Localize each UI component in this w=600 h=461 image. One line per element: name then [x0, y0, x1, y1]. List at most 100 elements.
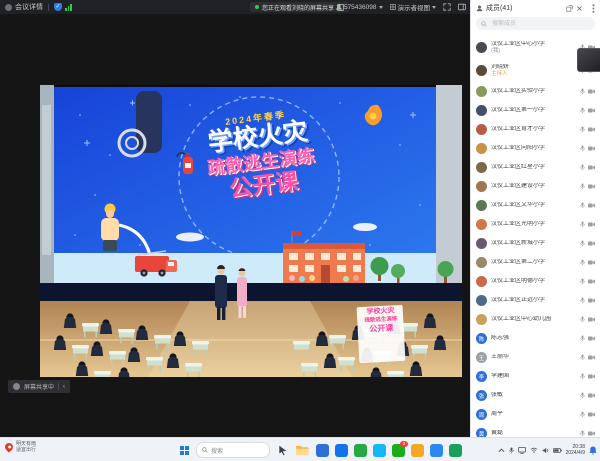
mic-muted-icon[interactable] — [580, 183, 585, 190]
mic-muted-icon[interactable] — [580, 88, 585, 95]
mic-muted-icon[interactable] — [580, 164, 585, 171]
mic-muted-icon[interactable] — [580, 335, 585, 342]
person-icon — [336, 4, 342, 10]
close-panel-icon[interactable] — [576, 5, 583, 12]
collapse-pill-button[interactable]: ‹ — [63, 384, 65, 390]
mic-muted-icon[interactable] — [580, 373, 585, 380]
member-row[interactable]: 汉仪工业区红星小学 — [471, 158, 600, 177]
camera-off-icon[interactable] — [588, 89, 595, 94]
more-options-icon[interactable] — [592, 4, 595, 13]
tray-volume-icon[interactable] — [542, 447, 549, 454]
mic-muted-icon[interactable] — [580, 392, 585, 399]
member-row[interactable]: 汉仪工业区光明小学 — [471, 215, 600, 234]
member-search-box[interactable] — [476, 17, 595, 30]
member-row[interactable]: 汉仪工业区文华小学 — [471, 196, 600, 215]
camera-off-icon[interactable] — [588, 146, 595, 151]
screen-share-banner[interactable]: 您正在观看刘晓的屏幕共享 — [250, 2, 349, 12]
mic-muted-icon[interactable] — [580, 126, 585, 133]
mic-muted-icon[interactable] — [580, 316, 585, 323]
member-list[interactable]: 汉仪工业区中心小学(我) 刘晓妍主持人 — [471, 36, 600, 437]
member-row[interactable]: 汉仪工业区向阳小学 — [471, 139, 600, 158]
desktop: 会议详情 ✓ 您正在观看刘晓的屏幕共享 575436098 演示者视图 — [0, 0, 600, 461]
camera-off-icon[interactable] — [588, 127, 595, 132]
fullscreen-icon[interactable] — [443, 3, 451, 11]
tray-display-icon[interactable] — [518, 447, 526, 454]
member-search-input[interactable] — [490, 20, 574, 28]
docs-app-icon[interactable] — [411, 444, 424, 457]
tray-mic-icon[interactable] — [509, 447, 514, 454]
floating-video-thumbnail[interactable] — [577, 48, 600, 72]
member-row[interactable]: 汉仪工业区第一小学 — [471, 101, 600, 120]
member-row[interactable]: 张 张敏 — [471, 386, 600, 405]
meeting-id-dropdown[interactable]: 575436098 — [336, 4, 383, 11]
mic-muted-icon[interactable] — [580, 278, 585, 285]
taskbar-clock[interactable]: 20:38 2024/4/9 — [566, 444, 585, 457]
camera-off-icon[interactable] — [588, 184, 595, 189]
mic-muted-icon[interactable] — [580, 297, 585, 304]
camera-off-icon[interactable] — [588, 241, 595, 246]
mic-muted-icon[interactable] — [580, 221, 585, 228]
camera-off-icon[interactable] — [588, 393, 595, 398]
camera-off-icon[interactable] — [588, 298, 595, 303]
mic-muted-icon[interactable] — [580, 411, 585, 418]
camera-off-icon[interactable] — [588, 165, 595, 170]
meeting-info-button[interactable]: 会议详情 — [15, 2, 43, 12]
mic-muted-icon[interactable] — [580, 202, 585, 209]
network-signal-icon[interactable] — [65, 4, 72, 11]
mic-muted-icon[interactable] — [580, 240, 585, 247]
member-row[interactable]: 汉仪工业区新城小学 — [471, 234, 600, 253]
taskbar-search[interactable]: 搜索 — [196, 442, 270, 458]
tray-wifi-icon[interactable] — [530, 447, 538, 453]
mic-muted-icon[interactable] — [580, 354, 585, 361]
camera-off-icon[interactable] — [588, 431, 595, 436]
member-row[interactable]: 汉仪工业区实验小学 — [471, 82, 600, 101]
security-app-icon[interactable] — [449, 444, 462, 457]
camera-off-icon[interactable] — [588, 374, 595, 379]
sidebar-toggle-icon[interactable] — [458, 3, 466, 11]
file-explorer-icon[interactable] — [296, 445, 309, 456]
qq-app-icon[interactable] — [373, 444, 386, 457]
member-row[interactable]: 汉仪工业区中心幼儿园 — [471, 310, 600, 329]
security-shield-icon[interactable]: ✓ — [54, 3, 62, 11]
popout-panel-icon[interactable] — [566, 5, 573, 12]
member-name: 汉仪工业区新城小学 — [491, 240, 576, 247]
member-row[interactable]: 汉仪工业区育才小学 — [471, 120, 600, 139]
member-row[interactable]: 李 李建国 — [471, 367, 600, 386]
windows-start-button[interactable] — [180, 446, 189, 455]
member-row[interactable]: 汉仪工业区正远小学 — [471, 291, 600, 310]
wechat-app-icon[interactable]: 2 — [392, 444, 405, 457]
chevron-down-icon — [379, 6, 383, 9]
member-row[interactable]: 陈 陈志强 — [471, 329, 600, 348]
clock-app-icon[interactable] — [335, 444, 348, 457]
camera-off-icon[interactable] — [588, 108, 595, 113]
member-row[interactable]: 黄 黄磊 — [471, 424, 600, 437]
camera-off-icon[interactable] — [588, 336, 595, 341]
mic-muted-icon[interactable] — [580, 145, 585, 152]
mic-muted-icon[interactable] — [580, 430, 585, 437]
tray-battery-icon[interactable] — [553, 448, 562, 453]
share-banner-text: 您正在观看刘晓的屏幕共享 — [262, 3, 334, 12]
green-app-icon[interactable] — [354, 444, 367, 457]
camera-off-icon[interactable] — [588, 317, 595, 322]
member-row[interactable]: 汉仪工业区建设小学 — [471, 177, 600, 196]
member-row[interactable]: 汉仪工业区第二小学 — [471, 253, 600, 272]
mic-muted-icon[interactable] — [580, 107, 585, 114]
mail-app-icon[interactable] — [430, 444, 443, 457]
camera-off-icon[interactable] — [588, 260, 595, 265]
member-row[interactable]: 周 周平 — [471, 405, 600, 424]
camera-off-icon[interactable] — [588, 412, 595, 417]
camera-off-icon[interactable] — [588, 222, 595, 227]
member-row[interactable]: 王 王丽华 — [471, 348, 600, 367]
mic-muted-icon[interactable] — [580, 259, 585, 266]
member-row[interactable]: 汉仪工业区明德小学 — [471, 272, 600, 291]
meeting-app-icon[interactable] — [316, 444, 329, 457]
share-status-pill[interactable]: 屏幕共享中 ‹ — [8, 380, 70, 393]
camera-off-icon[interactable] — [588, 355, 595, 360]
live-dot-icon — [255, 5, 259, 9]
view-mode-dropdown[interactable]: 演示者视图 — [390, 2, 437, 12]
weather-widget[interactable]: 明天有雨 适宜出行 — [5, 441, 36, 454]
tray-chevron-up-icon[interactable] — [498, 448, 505, 453]
notification-bell-icon[interactable] — [589, 446, 597, 455]
camera-off-icon[interactable] — [588, 279, 595, 284]
camera-off-icon[interactable] — [588, 203, 595, 208]
